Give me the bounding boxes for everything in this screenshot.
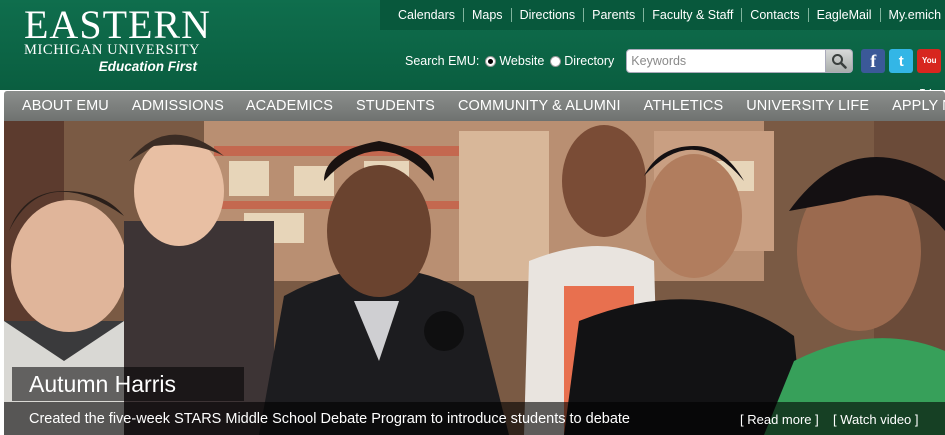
emu-logo[interactable]: EASTERN MICHIGAN UNIVERSITY Education Fi…	[24, 2, 211, 75]
search-website-label[interactable]: Website	[499, 54, 544, 68]
search-input[interactable]	[626, 49, 827, 73]
search-directory-label[interactable]: Directory	[564, 54, 614, 68]
hero-description: Created the five-week STARS Middle Schoo…	[29, 411, 630, 427]
nav-about-emu[interactable]: ABOUT EMU	[22, 98, 109, 114]
nav-community-alumni[interactable]: COMMUNITY & ALUMNI	[458, 98, 621, 114]
top-link-maps[interactable]: Maps	[462, 8, 511, 22]
nav-university-life[interactable]: UNIVERSITY LIFE	[746, 98, 869, 114]
top-link-my-emich[interactable]: My.emich	[879, 8, 945, 22]
social-links: f t You Tube	[861, 49, 942, 97]
nav-athletics[interactable]: ATHLETICS	[644, 98, 724, 114]
site-header: EASTERN MICHIGAN UNIVERSITY Education Fi…	[0, 0, 945, 97]
top-link-contacts[interactable]: Contacts	[741, 8, 807, 22]
top-link-parents[interactable]: Parents	[583, 8, 643, 22]
youtube-icon-top: You	[922, 56, 937, 65]
nav-students[interactable]: STUDENTS	[356, 98, 435, 114]
logo-wordmark: EASTERN	[24, 2, 211, 47]
nav-apply-now[interactable]: APPLY NOW	[892, 98, 945, 114]
watch-video-link[interactable]: [ Watch video ]	[833, 412, 919, 427]
search-directory-radio[interactable]	[550, 55, 562, 67]
search-bar: Search EMU: Website Directory f t You Tu…	[405, 48, 942, 97]
top-link-faculty-staff[interactable]: Faculty & Staff	[643, 8, 741, 22]
hero-banner[interactable]: Autumn Harris Created the five-week STAR…	[4, 121, 945, 435]
nav-academics[interactable]: ACADEMICS	[246, 98, 333, 114]
search-website-radio[interactable]	[485, 55, 497, 67]
top-link-eaglemail[interactable]: EagleMail	[807, 8, 880, 22]
nav-admissions[interactable]: ADMISSIONS	[132, 98, 224, 114]
facebook-icon[interactable]: f	[861, 49, 886, 73]
youtube-icon[interactable]: You Tube	[917, 49, 942, 97]
logo-tagline: Education First	[98, 59, 197, 74]
search-label: Search EMU:	[405, 54, 480, 68]
search-button[interactable]	[826, 49, 854, 73]
read-more-link[interactable]: [ Read more ]	[740, 412, 819, 427]
top-link-calendars[interactable]: Calendars	[390, 8, 463, 22]
utility-nav: Calendars Maps Directions Parents Facult…	[380, 0, 945, 30]
hero-person-name: Autumn Harris	[12, 367, 244, 401]
hero-caption-bar: Created the five-week STARS Middle Schoo…	[4, 402, 945, 435]
logo-subtitle: MICHIGAN UNIVERSITY	[24, 42, 201, 58]
main-nav: ABOUT EMU ADMISSIONS ACADEMICS STUDENTS …	[4, 91, 945, 121]
top-link-directions[interactable]: Directions	[510, 8, 584, 22]
magnifier-icon	[832, 54, 848, 69]
twitter-icon[interactable]: t	[889, 49, 914, 73]
